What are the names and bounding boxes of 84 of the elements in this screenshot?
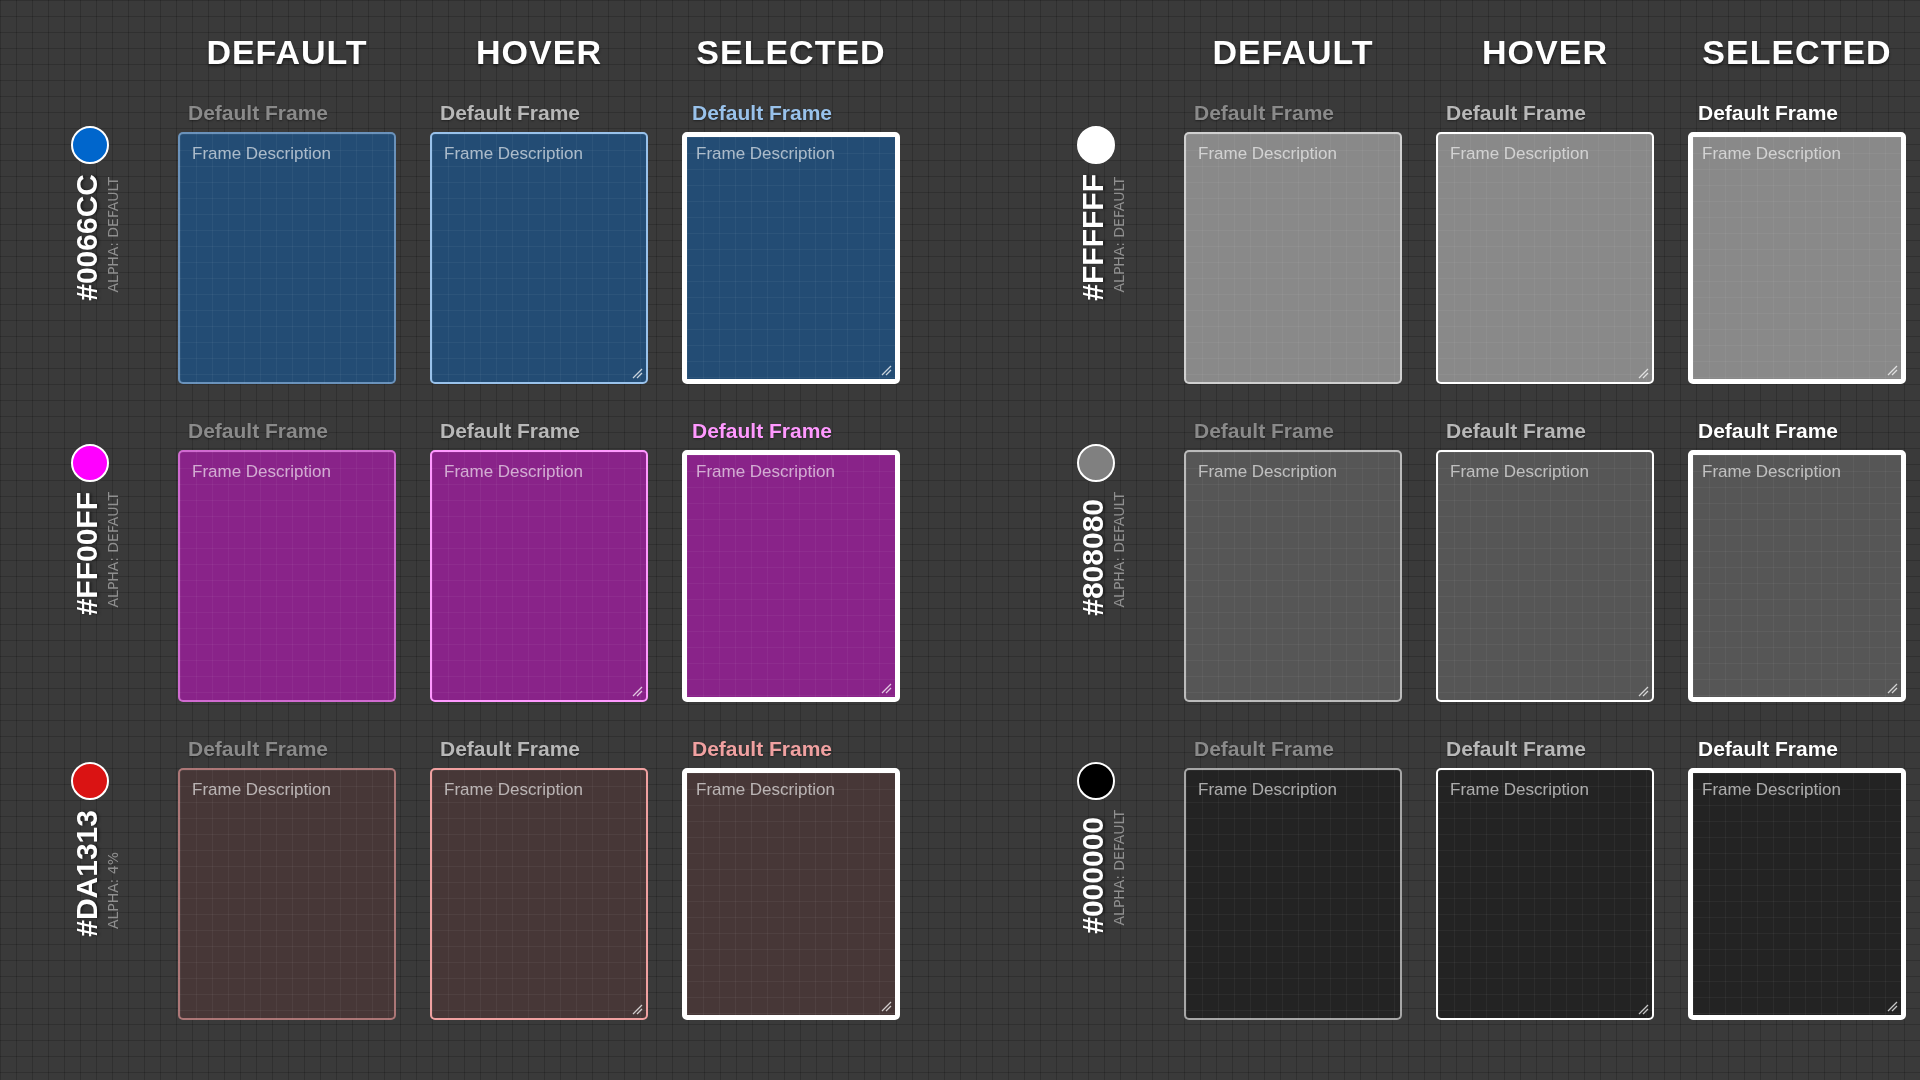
frame-title: Default Frame xyxy=(439,100,582,126)
frame-title: Default Frame xyxy=(1445,736,1588,762)
resize-grip-icon[interactable] xyxy=(880,364,892,376)
frame-card[interactable]: Frame Description xyxy=(178,450,396,702)
hex-code-label: #808080 xyxy=(1077,498,1109,616)
frame-description: Frame Description xyxy=(1450,780,1590,800)
frame-description: Frame Description xyxy=(1198,144,1338,164)
frame-description: Frame Description xyxy=(1198,462,1338,482)
column-header: DEFAULT xyxy=(1212,32,1374,66)
column-header: SELECTED xyxy=(696,32,886,66)
frame-card[interactable]: Frame Description xyxy=(1688,450,1906,702)
frame-card[interactable]: Frame Description xyxy=(1688,768,1906,1020)
frame-card[interactable]: Frame Description xyxy=(1436,450,1654,702)
frame-card[interactable]: Frame Description xyxy=(682,768,900,1020)
frame-description: Frame Description xyxy=(1198,780,1338,800)
alpha-label: ALPHA: 4% xyxy=(105,851,121,929)
frame-card[interactable]: Frame Description xyxy=(430,132,648,384)
frame-card[interactable]: Frame Description xyxy=(178,768,396,1020)
frame-description: Frame Description xyxy=(444,780,584,800)
resize-grip-icon[interactable] xyxy=(631,685,643,697)
frame-title: Default Frame xyxy=(1193,100,1336,126)
column-header: HOVER xyxy=(476,32,602,66)
frame-description: Frame Description xyxy=(1450,144,1590,164)
resize-grip-icon[interactable] xyxy=(1886,682,1898,694)
frame-title: Default Frame xyxy=(187,736,330,762)
frame-description: Frame Description xyxy=(1702,144,1842,164)
frame-description: Frame Description xyxy=(192,144,332,164)
frame-description: Frame Description xyxy=(1702,780,1842,800)
resize-grip-icon[interactable] xyxy=(880,1000,892,1012)
frame-card[interactable]: Frame Description xyxy=(1688,132,1906,384)
frame-description: Frame Description xyxy=(192,462,332,482)
frame-title: Default Frame xyxy=(187,100,330,126)
column-header: HOVER xyxy=(1482,32,1608,66)
frame-description: Frame Description xyxy=(696,144,836,164)
resize-grip-icon[interactable] xyxy=(1637,367,1649,379)
frame-card[interactable]: Frame Description xyxy=(1436,132,1654,384)
frame-title: Default Frame xyxy=(1193,736,1336,762)
hex-code-label: #0066CC xyxy=(71,174,103,301)
frame-title: Default Frame xyxy=(1445,418,1588,444)
frame-card[interactable]: Frame Description xyxy=(1184,132,1402,384)
resize-grip-icon[interactable] xyxy=(1886,1000,1898,1012)
resize-grip-icon[interactable] xyxy=(1637,1003,1649,1015)
frame-description: Frame Description xyxy=(696,780,836,800)
hex-code-label: #DA1313 xyxy=(71,810,103,937)
hex-code-label: #FFFFFF xyxy=(1077,174,1109,301)
frame-card[interactable]: Frame Description xyxy=(178,132,396,384)
frame-description: Frame Description xyxy=(444,144,584,164)
frame-card[interactable]: Frame Description xyxy=(1436,768,1654,1020)
alpha-label: ALPHA: DEFAULT xyxy=(1111,810,1127,926)
frame-description: Frame Description xyxy=(1702,462,1842,482)
frame-card[interactable]: Frame Description xyxy=(430,450,648,702)
hex-code-label: #FF00FF xyxy=(71,492,103,616)
frame-description: Frame Description xyxy=(696,462,836,482)
frame-title: Default Frame xyxy=(1697,100,1840,126)
frame-title: Default Frame xyxy=(691,736,834,762)
frame-card[interactable]: Frame Description xyxy=(682,450,900,702)
column-header: DEFAULT xyxy=(206,32,368,66)
frame-description: Frame Description xyxy=(1450,462,1590,482)
hex-code-label: #000000 xyxy=(1077,816,1109,934)
frame-title: Default Frame xyxy=(691,418,834,444)
frame-title: Default Frame xyxy=(187,418,330,444)
resize-grip-icon[interactable] xyxy=(880,682,892,694)
resize-grip-icon[interactable] xyxy=(631,367,643,379)
frame-title: Default Frame xyxy=(1445,100,1588,126)
resize-grip-icon[interactable] xyxy=(1886,364,1898,376)
frame-card[interactable]: Frame Description xyxy=(430,768,648,1020)
frame-description: Frame Description xyxy=(444,462,584,482)
frame-title: Default Frame xyxy=(1193,418,1336,444)
alpha-label: ALPHA: DEFAULT xyxy=(105,177,121,293)
frame-title: Default Frame xyxy=(1697,418,1840,444)
column-header: SELECTED xyxy=(1702,32,1892,66)
alpha-label: ALPHA: DEFAULT xyxy=(105,492,121,608)
alpha-label: ALPHA: DEFAULT xyxy=(1111,492,1127,608)
resize-grip-icon[interactable] xyxy=(1637,685,1649,697)
frame-card[interactable]: Frame Description xyxy=(1184,768,1402,1020)
resize-grip-icon[interactable] xyxy=(631,1003,643,1015)
frame-card[interactable]: Frame Description xyxy=(682,132,900,384)
frame-title: Default Frame xyxy=(439,736,582,762)
frame-card[interactable]: Frame Description xyxy=(1184,450,1402,702)
frame-title: Default Frame xyxy=(439,418,582,444)
frame-title: Default Frame xyxy=(1697,736,1840,762)
frame-title: Default Frame xyxy=(691,100,834,126)
frame-description: Frame Description xyxy=(192,780,332,800)
alpha-label: ALPHA: DEFAULT xyxy=(1111,177,1127,293)
